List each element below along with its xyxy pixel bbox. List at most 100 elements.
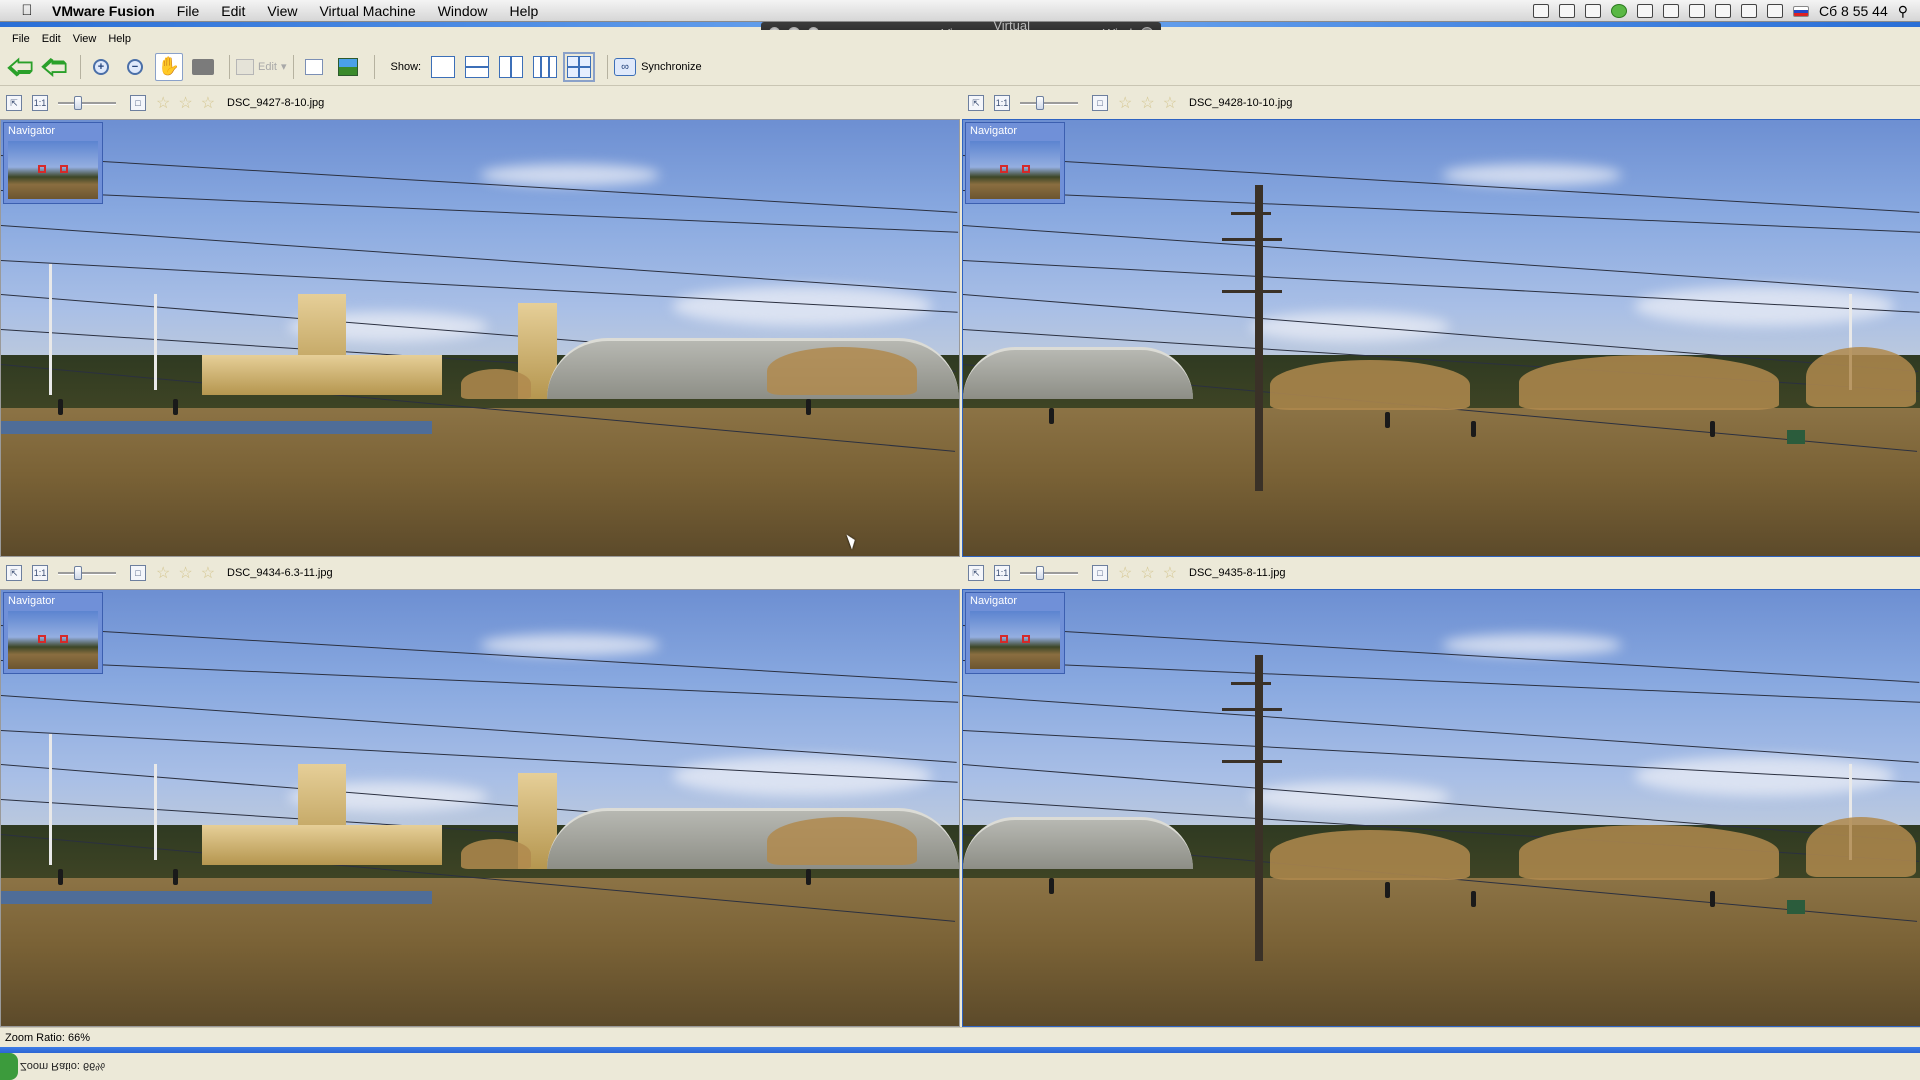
script-icon[interactable] bbox=[1689, 4, 1705, 18]
actual-size-icon[interactable]: 1:1 bbox=[994, 565, 1010, 581]
navigator-thumbnail[interactable] bbox=[970, 611, 1060, 669]
display-icon[interactable] bbox=[1559, 4, 1575, 18]
mac-menu-file[interactable]: File bbox=[166, 3, 211, 19]
zoom-slider[interactable] bbox=[1020, 566, 1078, 580]
navigator-thumbnail[interactable] bbox=[8, 141, 98, 199]
mac-menu-help[interactable]: Help bbox=[499, 3, 550, 19]
photo-viewport[interactable]: Navigator bbox=[0, 589, 960, 1027]
rating-star-icon[interactable]: ☆ bbox=[156, 563, 170, 583]
cloud bbox=[1442, 633, 1622, 656]
rating-star-icon[interactable]: ☆ bbox=[1140, 93, 1154, 113]
low-building bbox=[202, 355, 442, 395]
wifi-icon[interactable] bbox=[1741, 4, 1757, 18]
forward-button[interactable]: 🢢 bbox=[40, 53, 68, 81]
fit-to-window-icon[interactable]: ⇱ bbox=[968, 565, 984, 581]
cloud bbox=[480, 163, 660, 186]
mac-menu-view[interactable]: View bbox=[256, 3, 308, 19]
thumbnail-view-button[interactable] bbox=[300, 53, 328, 81]
apple-menu-icon[interactable]:  bbox=[16, 2, 38, 19]
photo-viewport[interactable]: Navigator bbox=[962, 589, 1920, 1027]
fit-to-window-icon[interactable]: ⇱ bbox=[968, 95, 984, 111]
navigator-panel[interactable]: Navigator bbox=[3, 592, 103, 674]
zoom-slider-knob[interactable] bbox=[74, 96, 82, 110]
layout-three-columns-button[interactable] bbox=[533, 55, 558, 78]
volume-icon[interactable] bbox=[1767, 4, 1783, 18]
rating-star-icon[interactable]: ☆ bbox=[1163, 93, 1177, 113]
sync-status-icon[interactable] bbox=[1611, 4, 1627, 18]
rating-star-icon[interactable]: ☆ bbox=[156, 93, 170, 113]
zoom-slider-knob[interactable] bbox=[74, 566, 82, 580]
open-in-window-icon[interactable]: □ bbox=[1092, 95, 1108, 111]
zoom-out-icon: − bbox=[127, 58, 143, 75]
navigator-panel[interactable]: Navigator bbox=[965, 592, 1065, 674]
status-bar: Zoom Ratio: 66% bbox=[0, 1027, 1920, 1047]
mac-menu-edit[interactable]: Edit bbox=[210, 3, 256, 19]
fit-to-window-icon[interactable]: ⇱ bbox=[6, 95, 22, 111]
vm-status-icon[interactable] bbox=[1533, 4, 1549, 18]
layout-four-grid-button[interactable] bbox=[563, 51, 596, 82]
zoom-slider-knob[interactable] bbox=[1036, 566, 1044, 580]
mac-menu-window[interactable]: Window bbox=[427, 3, 499, 19]
pane-toolbar: ⇱ 1:1 □ ☆ ☆ ☆ DSC_9434-6.3-11.jpg bbox=[0, 557, 960, 589]
navigator-thumbnail[interactable] bbox=[8, 611, 98, 669]
app-menu-edit[interactable]: Edit bbox=[36, 33, 67, 45]
actual-size-icon[interactable]: 1:1 bbox=[32, 95, 48, 111]
screen-icon[interactable] bbox=[1663, 4, 1679, 18]
open-in-window-icon[interactable]: □ bbox=[1092, 565, 1108, 581]
bush bbox=[767, 346, 918, 395]
cloud bbox=[1442, 163, 1622, 186]
layout-single-button[interactable] bbox=[431, 55, 456, 78]
mac-clock[interactable]: Сб 8 55 44 bbox=[1819, 3, 1888, 19]
app-menu-view[interactable]: View bbox=[67, 33, 103, 45]
edit-button[interactable]: Edit ▾ bbox=[236, 58, 287, 75]
actual-size-icon[interactable]: 1:1 bbox=[994, 95, 1010, 111]
mac-menu-virtual-machine[interactable]: Virtual Machine bbox=[308, 3, 426, 19]
input-language-flag-icon[interactable] bbox=[1793, 5, 1809, 17]
actual-size-icon[interactable]: 1:1 bbox=[32, 565, 48, 581]
windows-taskbar: Zoom Ratio: 66% bbox=[0, 1047, 1920, 1080]
fit-to-window-icon[interactable]: ⇱ bbox=[6, 565, 22, 581]
synchronize-button[interactable]: ∞ Synchronize bbox=[614, 57, 702, 76]
rating-star-icon[interactable]: ☆ bbox=[201, 563, 215, 583]
picture-icon bbox=[337, 57, 358, 76]
rating-star-icon[interactable]: ☆ bbox=[1118, 93, 1132, 113]
navigator-panel[interactable]: Navigator bbox=[965, 122, 1065, 204]
bush bbox=[1269, 829, 1470, 880]
photo-viewport[interactable]: Navigator bbox=[962, 119, 1920, 557]
zoom-slider[interactable] bbox=[58, 566, 116, 580]
battery-icon[interactable] bbox=[1715, 4, 1731, 18]
back-button[interactable]: 🢠 bbox=[6, 53, 34, 81]
navigator-panel[interactable]: Navigator bbox=[3, 122, 103, 204]
rating-star-icon[interactable]: ☆ bbox=[178, 563, 192, 583]
navigator-viewport-marker bbox=[38, 165, 46, 173]
zoom-in-button[interactable]: + bbox=[87, 53, 115, 81]
rating-star-icon[interactable]: ☆ bbox=[201, 93, 215, 113]
full-screen-button[interactable] bbox=[334, 53, 362, 81]
mac-menubar:  VMware Fusion File Edit View Virtual M… bbox=[0, 0, 1920, 22]
open-in-window-icon[interactable]: □ bbox=[130, 95, 146, 111]
print-button[interactable] bbox=[189, 53, 217, 81]
app-menu-help[interactable]: Help bbox=[102, 33, 137, 45]
rating-star-icon[interactable]: ☆ bbox=[178, 93, 192, 113]
image-pane: ⇱ 1:1 □ ☆ ☆ ☆ DSC_9427-8-10.jpg Navigator bbox=[0, 87, 960, 557]
layout-vertical-split-button[interactable] bbox=[499, 55, 524, 78]
rating-star-icon[interactable]: ☆ bbox=[1118, 563, 1132, 583]
zoom-slider[interactable] bbox=[58, 96, 116, 110]
rating-star-icon[interactable]: ☆ bbox=[1163, 563, 1177, 583]
navigator-thumbnail[interactable] bbox=[970, 141, 1060, 199]
mac-menu-app[interactable]: VMware Fusion bbox=[38, 3, 166, 19]
layout-horizontal-split-button[interactable] bbox=[465, 55, 490, 78]
zoom-slider[interactable] bbox=[1020, 96, 1078, 110]
time-machine-icon[interactable] bbox=[1637, 4, 1653, 18]
pylon-arm bbox=[1221, 760, 1282, 764]
photo-viewport[interactable]: Navigator bbox=[0, 119, 960, 557]
start-button[interactable] bbox=[0, 1053, 18, 1080]
spotlight-search-icon[interactable]: ⚲ bbox=[1898, 3, 1908, 20]
rating-star-icon[interactable]: ☆ bbox=[1140, 563, 1154, 583]
app-menu-file[interactable]: File bbox=[6, 33, 36, 45]
zoom-slider-knob[interactable] bbox=[1036, 96, 1044, 110]
zoom-out-button[interactable]: − bbox=[121, 53, 149, 81]
hand-tool-button[interactable]: ✋ bbox=[155, 52, 183, 81]
open-in-window-icon[interactable]: □ bbox=[130, 565, 146, 581]
meter-icon[interactable] bbox=[1585, 4, 1601, 18]
